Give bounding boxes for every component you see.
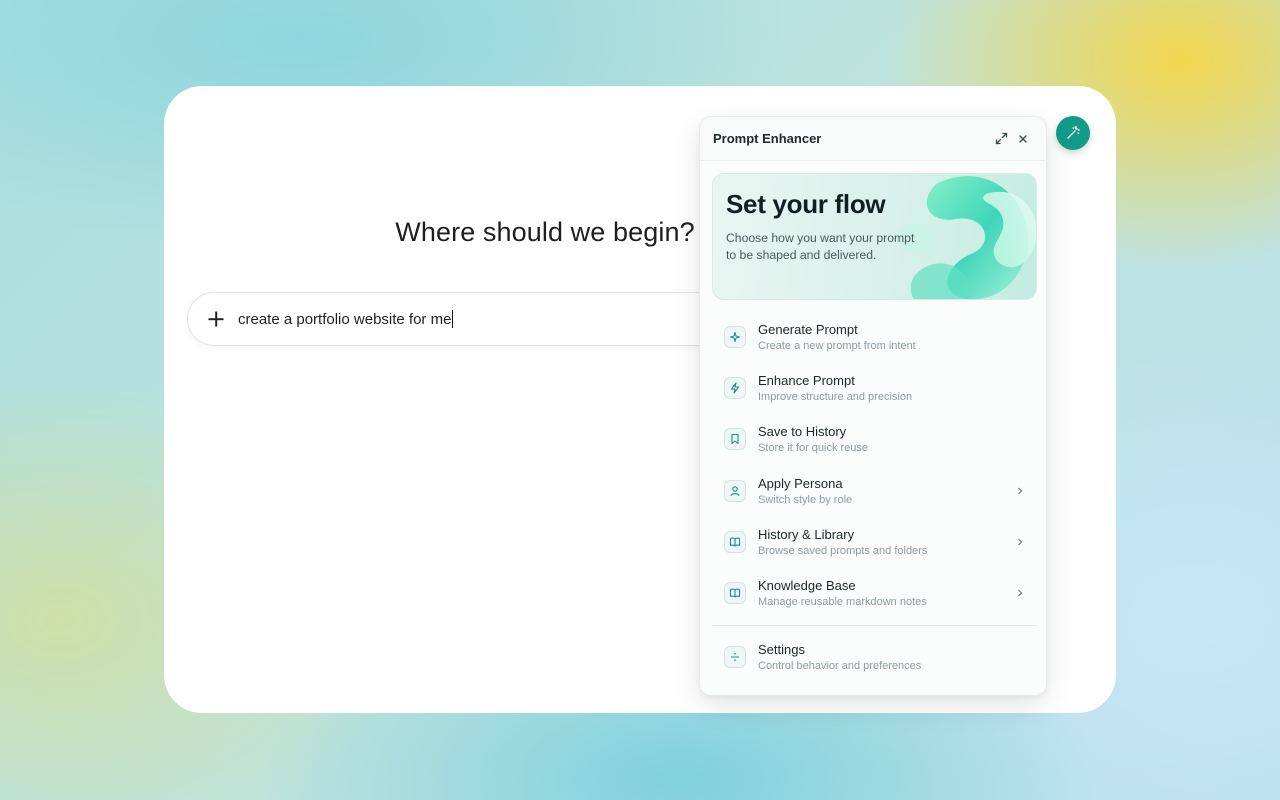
close-button[interactable] [1012,128,1034,150]
person-icon [724,479,746,502]
menu-item-sub: Improve structure and precision [758,390,913,403]
menu-item-apply-persona[interactable]: Apply Persona Switch style by role [712,465,1037,516]
book-icon [724,530,746,553]
panel-title: Prompt Enhancer [713,131,822,146]
expand-icon [995,132,1007,145]
hero-banner: Set your flow Choose how you want your p… [712,173,1037,300]
menu-item-label: Apply Persona [758,475,843,491]
menu-item-label: Settings [758,642,805,658]
chevron-right-icon [1015,588,1025,598]
action-menu: Generate Prompt Create a new prompt from… [712,311,1037,683]
menu-item-knowledge-base[interactable]: Knowledge Base Manage reusable markdown … [712,567,1037,618]
menu-item-generate-prompt[interactable]: Generate Prompt Create a new prompt from… [712,311,1037,362]
book-icon [724,582,746,605]
divide-icon [724,646,746,669]
menu-item-sub: Create a new prompt from intent [758,339,916,352]
bookmark-icon [724,428,746,451]
hero-title: Set your flow [726,189,886,219]
menu-item-enhance-prompt[interactable]: Enhance Prompt Improve structure and pre… [712,362,1037,413]
composer-input[interactable]: create a portfolio website for me [238,310,454,328]
menu-item-sub: Browse saved prompts and folders [758,544,928,557]
plus-icon[interactable] [206,309,226,329]
menu-item-label: Knowledge Base [758,578,856,594]
menu-divider [712,624,1037,626]
expand-button[interactable] [990,128,1012,150]
magic-wand-icon [1067,126,1080,139]
menu-item-settings[interactable]: Settings Control behavior and preference… [712,632,1037,683]
menu-item-sub: Control behavior and preferences [758,660,922,673]
menu-item-sub: Switch style by role [758,493,853,506]
menu-item-sub: Manage reusable markdown notes [758,596,927,609]
menu-item-label: Save to History [758,424,847,440]
menu-item-label: Enhance Prompt [758,372,855,388]
menu-item-label: History & Library [758,526,855,542]
menu-item-label: Generate Prompt [758,321,858,337]
lightning-icon [724,376,746,399]
magic-wand-button[interactable] [1056,116,1090,150]
hero-description: Choose how you want your prompt to be sh… [726,231,915,262]
menu-item-save-to-history[interactable]: Save to History Store it for quick reuse [712,414,1037,465]
sparkle-icon [724,325,746,348]
panel-header: Prompt Enhancer [700,117,1046,161]
prompt-enhancer-panel: Prompt Enhancer Set your flow Choose how… [699,116,1047,696]
chevron-right-icon [1015,486,1025,496]
menu-item-history-library[interactable]: History & Library Browse saved prompts a… [712,516,1037,567]
chevron-right-icon [1015,537,1025,547]
close-icon [1019,134,1027,143]
text-caret [452,310,454,328]
menu-item-sub: Store it for quick reuse [758,442,869,455]
